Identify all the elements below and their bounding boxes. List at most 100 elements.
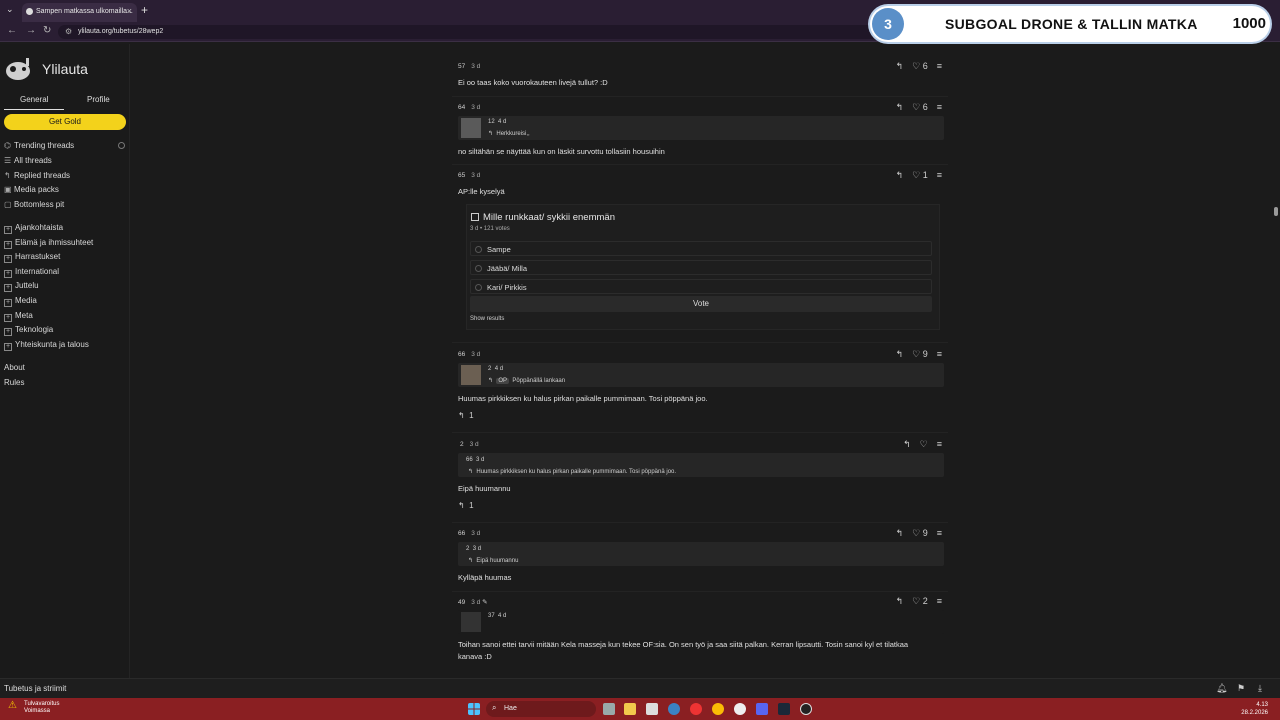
sidebar-item-trending[interactable]: ⌬ Trending threads	[4, 141, 74, 150]
get-gold-button[interactable]: Get Gold	[4, 114, 126, 130]
radio-icon[interactable]	[475, 284, 482, 291]
expand-icon[interactable]: +	[4, 328, 12, 336]
sidebar-item-all-threads[interactable]: ☰ All threads	[4, 156, 52, 165]
obs-icon[interactable]	[800, 703, 812, 715]
steam-icon[interactable]	[778, 703, 790, 715]
reply-icon[interactable]: ↰	[903, 439, 911, 449]
board-harrastukset[interactable]: + Harrastukset	[4, 252, 60, 263]
poll-option[interactable]: Sampe	[470, 241, 932, 256]
ylilauta-logo-icon[interactable]	[4, 56, 34, 82]
opera-icon[interactable]	[690, 703, 702, 715]
menu-icon[interactable]: ≡	[937, 528, 942, 538]
back-icon[interactable]: ←	[7, 25, 17, 36]
menu-icon[interactable]: ≡	[937, 102, 942, 112]
board-teknologia[interactable]: + Teknologia	[4, 325, 53, 336]
quote-thumbnail[interactable]	[461, 118, 481, 138]
radio-icon[interactable]	[475, 246, 482, 253]
tab-list-icon[interactable]: ⌄	[6, 4, 14, 15]
settings-icon[interactable]	[734, 703, 746, 715]
reply-icon[interactable]: ↰	[896, 596, 904, 606]
poll-option[interactable]: Kari/ Pirkkis	[470, 279, 932, 294]
browser-tab[interactable]: Sampen matkassa ulkomailla... ×	[22, 3, 137, 22]
sidebar-item-replied[interactable]: ↰ Replied threads	[4, 171, 70, 180]
stream-goal-overlay: 3 SUBGOAL DRONE & TALLIN MATKA 1000	[870, 6, 1270, 42]
board-meta[interactable]: + Meta	[4, 311, 33, 322]
board-elama[interactable]: + Elämä ja ihmissuhteet	[4, 238, 93, 249]
scrollbar-thumb[interactable]	[1274, 207, 1278, 216]
menu-icon[interactable]: ≡	[937, 170, 942, 180]
quoted-post[interactable]: 2 4 d ↰ OP Pöppänällä lankaan	[458, 363, 944, 387]
close-tab-icon[interactable]: ×	[127, 6, 132, 16]
taskbar-search[interactable]: ⌕ Hae	[486, 701, 596, 717]
bookmark-icon[interactable]: ⚑	[1237, 683, 1245, 694]
rules-link[interactable]: Rules	[4, 378, 24, 387]
bell-icon[interactable]: 🔔︎	[1216, 683, 1227, 694]
menu-icon[interactable]: ≡	[937, 596, 942, 606]
show-results-link[interactable]: Show results	[470, 316, 504, 322]
expand-icon[interactable]: +	[4, 255, 12, 263]
board-title[interactable]: Tubetus ja striimit	[4, 684, 66, 693]
radio-icon[interactable]	[475, 265, 482, 272]
poll-option[interactable]: Jääbä/ Milla	[470, 260, 932, 275]
forward-icon[interactable]: →	[26, 25, 36, 36]
new-tab-icon[interactable]: +	[141, 3, 148, 17]
expand-icon[interactable]: +	[4, 270, 12, 278]
weather-widget[interactable]: ⚠ Tulvavaroitus Voimassa	[8, 701, 59, 715]
reply-icon[interactable]: ↰	[896, 170, 904, 180]
discord-icon[interactable]	[756, 703, 768, 715]
like-icon[interactable]: ♡	[920, 439, 928, 449]
like-icon[interactable]: ♡ 2	[912, 596, 928, 606]
menu-icon[interactable]: ≡	[937, 439, 942, 449]
tab-general[interactable]: General	[20, 95, 48, 104]
like-icon[interactable]: ♡ 6	[912, 61, 928, 71]
board-juttelu[interactable]: + Juttelu	[4, 281, 39, 292]
board-media[interactable]: + Media	[4, 296, 37, 307]
quoted-post[interactable]: 2 3 d ↰ Eipä huumannu	[458, 542, 944, 566]
download-icon[interactable]: ⤓	[1258, 683, 1262, 694]
board-international[interactable]: + International	[4, 267, 59, 278]
expand-icon[interactable]: +	[4, 284, 12, 292]
windows-start-icon[interactable]	[468, 703, 480, 715]
file-explorer-icon[interactable]	[624, 703, 636, 715]
task-view-icon[interactable]	[603, 703, 615, 715]
tab-profile[interactable]: Profile	[87, 95, 110, 104]
chrome-icon[interactable]	[712, 703, 724, 715]
replies-button[interactable]: ↰ 1	[458, 501, 474, 510]
post: 66 3 d ↰ ♡ 9 ≡ 2 4 d ↰ OP Pöppänällä lankaa…	[452, 347, 948, 427]
expand-icon[interactable]: +	[4, 343, 12, 351]
menu-icon[interactable]: ≡	[937, 349, 942, 359]
board-yhteiskunta[interactable]: + Yhteiskunta ja talous	[4, 340, 89, 351]
board-ajankohtaista[interactable]: + Ajankohtaista	[4, 223, 63, 234]
about-link[interactable]: About	[4, 363, 25, 372]
reply-icon[interactable]: ↰	[896, 349, 904, 359]
quote-thumbnail[interactable]	[461, 612, 481, 632]
sidebar-item-media-packs[interactable]: ▣ Media packs	[4, 185, 59, 194]
scrollbar[interactable]	[1272, 44, 1280, 678]
site-name[interactable]: Ylilauta	[42, 61, 88, 77]
info-icon[interactable]	[118, 142, 125, 149]
expand-icon[interactable]: +	[4, 299, 12, 307]
quoted-post[interactable]: 66 3 d ↰ Huumas pirkkiksen ku halus pirk…	[458, 453, 944, 477]
reply-icon[interactable]: ↰	[896, 528, 904, 538]
edge-icon[interactable]	[668, 703, 680, 715]
reload-icon[interactable]: ↻	[43, 25, 51, 36]
sidebar-item-bottomless-pit[interactable]: ▢ Bottomless pit	[4, 200, 64, 209]
replies-button[interactable]: ↰ 1	[458, 411, 474, 420]
expand-icon[interactable]: +	[4, 314, 12, 322]
like-icon[interactable]: ♡ 1	[912, 170, 928, 180]
clock[interactable]: 4.13 28.2.2026	[1241, 701, 1268, 717]
store-icon[interactable]	[646, 703, 658, 715]
expand-icon[interactable]: +	[4, 241, 12, 249]
like-icon[interactable]: ♡ 9	[912, 349, 928, 359]
menu-icon[interactable]: ≡	[937, 61, 942, 71]
like-icon[interactable]: ♡ 6	[912, 102, 928, 112]
like-icon[interactable]: ♡ 9	[912, 528, 928, 538]
reply-icon[interactable]: ↰	[896, 61, 904, 71]
vote-button[interactable]: Vote	[470, 296, 932, 312]
quote-thumbnail[interactable]	[461, 365, 481, 385]
reply-icon[interactable]: ↰	[896, 102, 904, 112]
quoted-post[interactable]: 12 4 d ↰ Herkkureisi,,	[458, 116, 944, 140]
quoted-post[interactable]: 37 4 d	[458, 610, 944, 634]
site-info-icon[interactable]: ⚙	[65, 27, 72, 36]
expand-icon[interactable]: +	[4, 226, 12, 234]
